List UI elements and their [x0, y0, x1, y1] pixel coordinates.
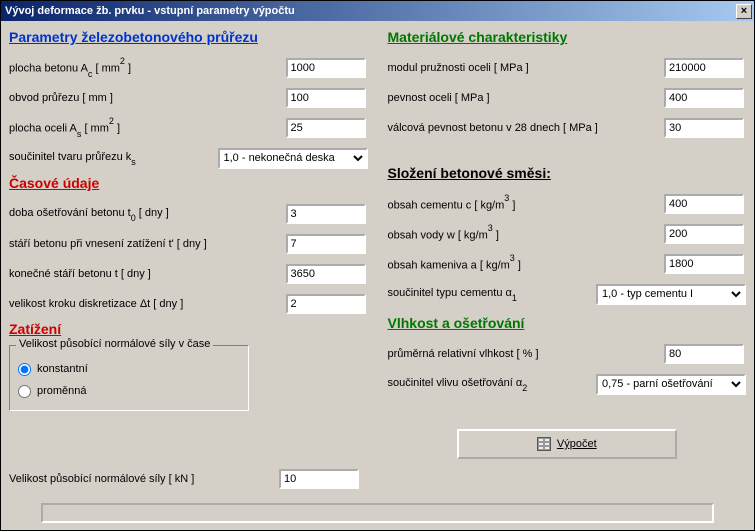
rel-humidity-input[interactable] [664, 344, 744, 364]
cure-time-input[interactable] [286, 204, 366, 224]
cement-type-select[interactable]: 1,0 - typ cementu I [596, 284, 746, 305]
care-coef-select[interactable]: 0,75 - parní ošetřování [596, 374, 746, 395]
label-area-steel: plocha oceli As [ mm2 ] [9, 119, 286, 137]
close-icon[interactable]: × [736, 4, 752, 19]
heading-material: Materiálové charakteristiky [388, 29, 747, 45]
label-step-size: velikost kroku diskretizace Δt [ dny ] [9, 298, 286, 310]
calculator-icon [537, 437, 551, 451]
radio-constant[interactable] [18, 363, 31, 376]
label-cure-time: doba ošetřování betonu t0 [ dny ] [9, 207, 286, 221]
label-perimeter: obvod průřezu [ mm ] [9, 92, 286, 104]
force-time-groupbox: Velikost působící normálové síly v čase … [9, 345, 249, 411]
label-mod-steel: modul pružnosti oceli [ MPa ] [388, 62, 665, 74]
label-care-coef: součinitel vlivu ošetřování α2 [388, 377, 597, 391]
label-str-steel: pevnost oceli [ MPa ] [388, 92, 665, 104]
dialog-window: Vývoj deformace žb. prvku - vstupní para… [0, 0, 755, 531]
right-column: Materiálové charakteristiky modul pružno… [388, 27, 747, 459]
water-input[interactable] [664, 224, 744, 244]
label-area-concrete: plocha betonu Ac [ mm2 ] [9, 59, 286, 77]
heading-humidity: Vlhkost a ošetřování [388, 315, 747, 331]
window-title: Vývoj deformace žb. prvku - vstupní para… [5, 5, 295, 17]
age-load-input[interactable] [286, 234, 366, 254]
heading-load: Zatížení [9, 321, 368, 337]
cement-input[interactable] [664, 194, 744, 214]
groupbox-legend: Velikost působící normálové síly v čase [16, 338, 213, 350]
age-final-input[interactable] [286, 264, 366, 284]
force-magnitude-input[interactable] [279, 469, 359, 489]
radio-constant-label: konstantní [37, 363, 88, 375]
radio-variable-label: proměnná [37, 385, 87, 397]
label-cement-type: součinitel typu cementu α1 [388, 287, 597, 301]
heading-params: Parametry železobetonového průřezu [9, 29, 368, 45]
label-force-magnitude: Velikost působící normálové síly [ kN ] [9, 473, 269, 485]
label-aggregate: obsah kameniva a [ kg/m3 ] [388, 256, 665, 272]
label-age-load: stáří betonu při vnesení zatížení t' [ d… [9, 238, 286, 250]
heading-mix: Složení betonové směsi: [388, 165, 747, 181]
area-steel-input[interactable] [286, 118, 366, 138]
label-str-conc: válcová pevnost betonu v 28 dnech [ MPa … [388, 122, 665, 134]
left-column: Parametry železobetonového průřezu ploch… [9, 27, 368, 459]
calculate-button[interactable]: Výpočet [457, 429, 677, 459]
str-conc-input[interactable] [664, 118, 744, 138]
label-water: obsah vody w [ kg/m3 ] [388, 226, 665, 242]
label-rel-humidity: průměrná relativní vlhkost [ % ] [388, 348, 665, 360]
mod-steel-input[interactable] [664, 58, 744, 78]
radio-variable[interactable] [18, 385, 31, 398]
aggregate-input[interactable] [664, 254, 744, 274]
perimeter-input[interactable] [286, 88, 366, 108]
calculate-button-label: Výpočet [557, 438, 597, 450]
heading-time: Časové údaje [9, 175, 368, 191]
label-shape-coef: součinitel tvaru průřezu ks [9, 151, 218, 165]
str-steel-input[interactable] [664, 88, 744, 108]
label-cement: obsah cementu c [ kg/m3 ] [388, 196, 665, 212]
shape-coef-select[interactable]: 1,0 - nekonečná deska [218, 148, 368, 169]
label-age-final: konečné stáří betonu t [ dny ] [9, 268, 286, 280]
area-concrete-input[interactable] [286, 58, 366, 78]
titlebar: Vývoj deformace žb. prvku - vstupní para… [1, 1, 754, 21]
step-size-input[interactable] [286, 294, 366, 314]
statusbar [41, 503, 714, 523]
